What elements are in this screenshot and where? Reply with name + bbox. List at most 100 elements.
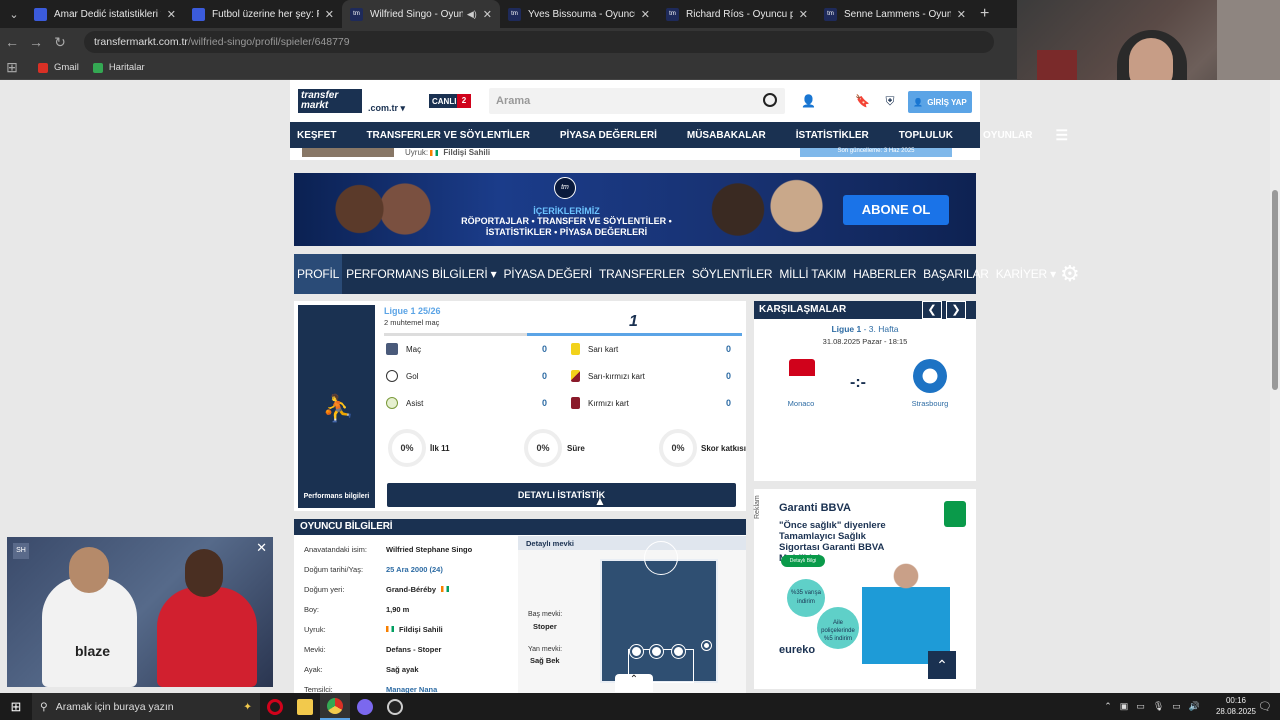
pitch-diagram (600, 541, 718, 683)
browser-tab[interactable]: tm Richard Ríos - Oyuncu profili 2 ✕ (658, 0, 816, 28)
taskbar-app-explorer[interactable] (290, 693, 320, 720)
search-icon[interactable] (763, 93, 777, 107)
video-popup[interactable]: blaze SH ✕ (7, 537, 273, 687)
forward-icon[interactable]: → (24, 34, 48, 50)
info-row: Temsilci: Manager Nana (304, 679, 514, 694)
ligue1-logo-icon: 1 (629, 313, 638, 330)
close-icon[interactable]: ✕ (167, 8, 176, 21)
taskbar-search[interactable]: ⚲ Aramak için buraya yazın ✦ (32, 693, 260, 720)
taskbar-clock[interactable]: 00:16 28.08.2025 (1216, 695, 1256, 717)
away-team[interactable]: Strasbourg (900, 399, 960, 408)
tab-rumours[interactable]: SÖYLENTİLER (689, 267, 776, 281)
side-position-label: Yan mevki: (528, 646, 563, 653)
ad-cta-button[interactable]: Detaylı Bilgi (781, 555, 825, 567)
url-field[interactable]: transfermarkt.com.tr/wilfried-singo/prof… (84, 31, 994, 53)
nav-item-games[interactable]: OYUNLAR (976, 130, 1032, 141)
browser-tab[interactable]: Futbol üzerine her şey: Piyasa D ✕ (184, 0, 342, 28)
page-scrollbar[interactable] (1270, 80, 1280, 693)
detailed-stats-button[interactable]: DETAYLI İSTATİSTİK (387, 483, 736, 507)
match-datetime: 31.08.2025 Pazar - 18:15 (822, 337, 908, 346)
browser-tab[interactable]: tm Senne Lammens - Oyuncu profi ✕ (816, 0, 974, 28)
scrollbar-thumb[interactable] (1272, 190, 1278, 390)
strasbourg-crest-icon[interactable] (913, 359, 947, 393)
transfermarkt-logo[interactable]: transfer markt .com.tr ▾ (298, 89, 405, 113)
network-icon[interactable]: ▭ (1172, 701, 1181, 712)
windows-taskbar: ⊞ ⚲ Aramak için buraya yazın ✦ ⌃ ▣ ▭ 🎙 ▭ 🔊… (0, 693, 1280, 720)
nav-item-discover[interactable]: KEŞFET (290, 130, 336, 141)
tray-app-icon[interactable]: ▣ (1120, 701, 1129, 712)
new-tab-button[interactable]: + (980, 5, 989, 23)
shield-icon[interactable]: ⛨ (883, 94, 897, 108)
microphone-icon[interactable]: 🎙 (1153, 701, 1164, 712)
bookmark-maps[interactable]: Haritalar (92, 62, 145, 73)
taskbar-app-obs[interactable] (380, 693, 410, 720)
gear-icon[interactable]: ⚙ (1060, 261, 1080, 287)
performance-side-label: Performans bilgileri (303, 493, 370, 500)
gmail-icon (38, 62, 48, 73)
tab-search-icon[interactable]: ⌄ (2, 3, 26, 25)
nav-item-market-values[interactable]: PİYASA DEĞERLERİ (553, 130, 657, 141)
banner-players-right (699, 178, 829, 246)
prev-arrow-icon[interactable]: ❮ (922, 301, 942, 319)
battery-icon[interactable]: ▭ (1136, 701, 1145, 712)
close-icon[interactable]: ✕ (256, 540, 267, 556)
bookmark-icon[interactable]: 🔖 (855, 94, 870, 108)
nav-item-community[interactable]: TOPLULUK (892, 130, 953, 141)
taskbar-app-chrome[interactable] (320, 693, 350, 720)
taskbar-app-opera[interactable] (260, 693, 290, 720)
apps-icon[interactable]: ⊞ (0, 59, 24, 76)
subscribe-banner[interactable]: tm İÇERİKLERİMİZ RÖPORTAJLAR • TRANSFER … (294, 173, 976, 246)
close-icon[interactable]: ✕ (957, 8, 966, 21)
tab-market-value[interactable]: PİYASA DEĞERİ (500, 267, 595, 281)
subscribe-button[interactable]: ABONE OL (843, 195, 949, 225)
match-league[interactable]: Ligue 1 (831, 324, 861, 334)
nav-item-transfers[interactable]: TRANSFERLER VE SÖYLENTİLER (359, 130, 529, 141)
tab-performance[interactable]: PERFORMANS BİLGİLERİ ▾ (343, 267, 499, 281)
notification-icon[interactable]: 🗨 (1258, 700, 1272, 713)
home-team[interactable]: Monaco (771, 399, 831, 408)
close-icon[interactable]: ✕ (325, 8, 334, 21)
tab-national-team[interactable]: MİLLİ TAKIM (776, 267, 849, 281)
tab-transfers[interactable]: TRANSFERLER (596, 267, 688, 281)
hamburger-menu-icon[interactable]: ☰ (1055, 127, 1068, 144)
volume-icon[interactable]: 🔊 (1189, 701, 1200, 712)
tray-chevron-icon[interactable]: ⌃ (1104, 701, 1112, 712)
next-arrow-icon[interactable]: ❯ (946, 301, 966, 319)
live-button[interactable]: CANLI 2 (429, 94, 471, 108)
back-to-top-button[interactable]: ⌃ (928, 651, 956, 679)
browser-tab-active[interactable]: tm Wilfried Singo - Oyuncu pr ◀) ✕ (342, 0, 500, 28)
search-input[interactable]: Arama (489, 88, 785, 114)
speaker-icon[interactable]: ◀) (467, 9, 477, 20)
bookmark-gmail[interactable]: Gmail (38, 62, 79, 73)
domain-suffix[interactable]: .com.tr ▾ (368, 103, 405, 113)
close-icon[interactable]: ✕ (641, 8, 650, 21)
taskbar-app-streamlabs[interactable] (350, 693, 380, 720)
back-icon[interactable]: ← (0, 34, 24, 50)
nav-item-statistics[interactable]: İSTATİSTİKLER (789, 130, 869, 141)
collapse-up-icon[interactable]: ⌃ (615, 674, 653, 692)
close-icon[interactable]: ✕ (799, 8, 808, 21)
windows-start-icon[interactable]: ⊞ (0, 699, 32, 715)
browser-tab[interactable]: tm Yves Bissouma - Oyuncu profil ✕ (500, 0, 658, 28)
info-value[interactable]: Fildişi Sahili (399, 625, 443, 634)
browser-tab[interactable]: Amar Dedić istatistikleri ve reyt ✕ (26, 0, 184, 28)
tab-favicon: tm (824, 7, 837, 21)
league-season[interactable]: Ligue 1 25/26 (384, 306, 441, 316)
info-value: 1,90 m (386, 604, 410, 614)
tab-achievements[interactable]: BAŞARILAR (920, 267, 992, 281)
nav-item-competitions[interactable]: MÜSABAKALAR (680, 130, 766, 141)
login-button[interactable]: 👤 GİRİŞ YAP (908, 91, 972, 113)
close-icon[interactable]: ✕ (483, 8, 492, 21)
monaco-crest-icon[interactable] (789, 359, 815, 393)
tab-career[interactable]: KARİYER ▾ (993, 267, 1059, 281)
clock-date: 28.08.2025 (1215, 707, 1256, 716)
stat-value: 0 (542, 371, 548, 381)
tab-news[interactable]: HABERLER (850, 267, 919, 281)
user-settings-icon[interactable]: 👤 (801, 94, 816, 108)
reload-icon[interactable]: ↻ (48, 34, 72, 51)
info-value[interactable]: Manager Nana (386, 685, 437, 694)
possible-matches: 2 muhtemel maç (384, 318, 440, 327)
info-value[interactable]: 25 Ara 2000 (24) (386, 565, 443, 574)
tab-title: Wilfried Singo - Oyuncu pr (370, 8, 463, 20)
tab-profile[interactable]: PROFİL (294, 254, 343, 294)
